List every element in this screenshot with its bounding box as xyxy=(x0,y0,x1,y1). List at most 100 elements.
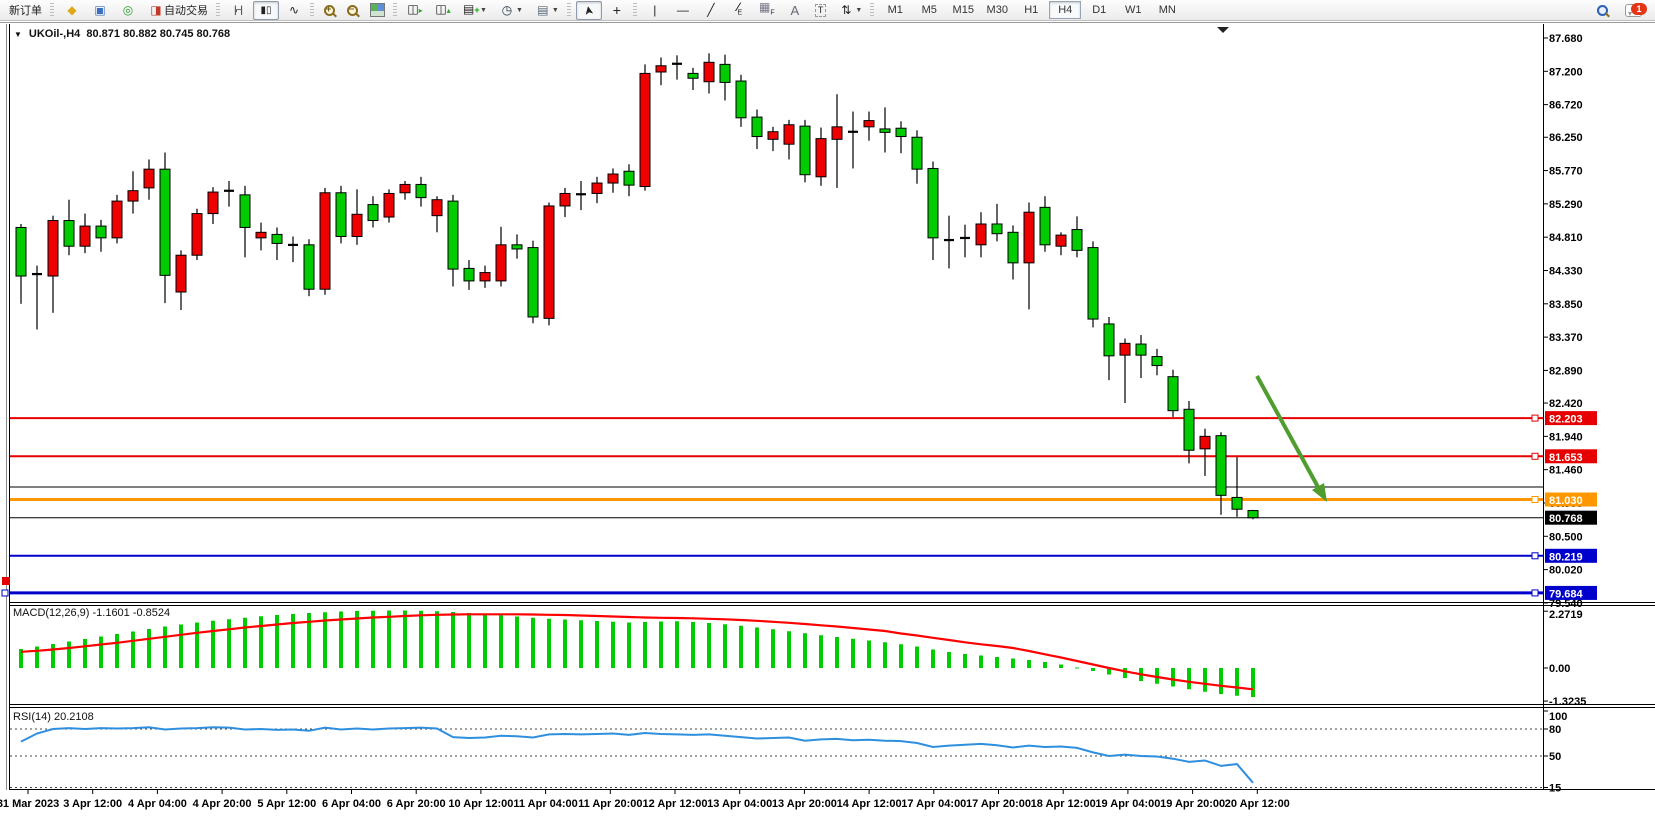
timeframe-d1[interactable]: D1 xyxy=(1083,1,1115,19)
arrows-button[interactable]: ⇅▼ xyxy=(833,1,867,20)
candle-down xyxy=(896,128,906,136)
search-button[interactable] xyxy=(1592,1,1613,20)
price-tick: 82.890 xyxy=(1549,365,1583,377)
candlestick-chart-button[interactable]: ▮▯ xyxy=(253,1,279,20)
object-anchor-red[interactable] xyxy=(2,577,10,585)
timeframe-m1[interactable]: M1 xyxy=(879,1,911,19)
notification-button[interactable]: 1 xyxy=(1615,1,1651,20)
macd-bar xyxy=(899,644,903,668)
autotrading-button[interactable]: ◨ 自动交易 xyxy=(143,1,213,20)
candle-doji xyxy=(32,273,42,275)
macd-bar xyxy=(227,619,231,668)
profile-next-icon: ◫▴ xyxy=(435,2,451,18)
bar-chart-button[interactable]: |⌐| xyxy=(225,1,251,20)
line-handle[interactable] xyxy=(1532,497,1538,503)
signals-button[interactable]: ▣ xyxy=(87,1,113,20)
time-tick: 11 Apr 20:00 xyxy=(578,798,642,810)
zoom-out-icon: − xyxy=(347,5,358,16)
fibonacci-icon: ∕∕E xyxy=(731,0,747,20)
timeframe-mn[interactable]: MN xyxy=(1151,1,1183,19)
timeframe-w1[interactable]: W1 xyxy=(1117,1,1149,19)
candle-up xyxy=(1120,343,1130,355)
macd-bar xyxy=(1011,659,1015,669)
timeframe-m30[interactable]: M30 xyxy=(981,1,1013,19)
new-order-button[interactable]: 新订单 xyxy=(4,1,47,20)
time-tick: 11 Apr 04:00 xyxy=(513,798,577,810)
new-chart-button[interactable]: ▤+▼ xyxy=(458,1,492,20)
macd-bar xyxy=(947,652,951,668)
cursor-button[interactable]: ➤ xyxy=(576,1,602,20)
candle-down xyxy=(992,224,1002,234)
macd-bar xyxy=(531,618,535,668)
fibonacci-button[interactable]: ∕∕E xyxy=(726,1,752,20)
sounds-button[interactable]: ◎ xyxy=(115,1,141,20)
grid-button[interactable]: ▦F xyxy=(754,1,780,20)
line-handle[interactable] xyxy=(1532,415,1538,421)
macd-bar xyxy=(1187,668,1191,689)
autotrading-label: 自动交易 xyxy=(164,2,208,18)
timeframe-h4[interactable]: H4 xyxy=(1049,1,1081,19)
candle-down xyxy=(336,193,346,237)
vertical-line-button[interactable]: | xyxy=(642,1,668,20)
line-handle[interactable] xyxy=(1532,453,1538,459)
rsi-axis-tick: 80 xyxy=(1549,724,1561,736)
one-click-trading-toggle[interactable]: ▼ xyxy=(14,30,22,39)
timeframe-m15[interactable]: M15 xyxy=(947,1,979,19)
timeframe-h1[interactable]: H1 xyxy=(1015,1,1047,19)
candle-down xyxy=(720,64,730,82)
line-handle[interactable] xyxy=(1532,553,1538,559)
expert-advisor-button[interactable]: ◆ xyxy=(59,1,85,20)
line-handle[interactable] xyxy=(1532,590,1538,596)
search-icon xyxy=(1597,5,1608,16)
macd-bar xyxy=(1091,668,1095,671)
line-chart-button[interactable]: ∿ xyxy=(281,1,307,20)
macd-bar xyxy=(1203,668,1207,692)
timeframe-m5[interactable]: M5 xyxy=(913,1,945,19)
time-tick: 10 Apr 12:00 xyxy=(448,798,513,810)
macd-bar xyxy=(387,611,391,669)
price-tick: 82.420 xyxy=(1549,398,1583,410)
chart-canvas[interactable]: 87.68087.20086.72086.25085.77085.29084.8… xyxy=(0,21,1655,825)
price-tick: 86.250 xyxy=(1549,132,1583,144)
zoom-out-button[interactable]: − xyxy=(342,1,363,20)
period-clock-button[interactable]: ◷▼ xyxy=(494,1,528,20)
candle-up xyxy=(48,221,58,277)
candle-up xyxy=(400,184,410,192)
trendline-button[interactable]: ╱ xyxy=(698,1,724,20)
label-button[interactable]: T xyxy=(810,1,832,20)
candle-down xyxy=(928,168,938,237)
candle-down xyxy=(1008,232,1018,263)
time-tick: 20 Apr 12:00 xyxy=(1225,798,1290,810)
price-tick: 85.290 xyxy=(1549,199,1583,211)
candle-up xyxy=(176,255,186,292)
horizontal-line-button[interactable]: — xyxy=(670,1,696,20)
horizontal-line-icon: — xyxy=(675,3,691,18)
zoom-in-button[interactable]: + xyxy=(319,1,340,20)
crosshair-button[interactable]: + xyxy=(604,1,630,20)
profile-next-button[interactable]: ◫▴ xyxy=(430,1,456,20)
candle-down xyxy=(64,221,74,247)
profile-button[interactable]: ◫▸ xyxy=(402,1,428,20)
macd-bar xyxy=(1059,665,1063,669)
time-tick: 19 Apr 20:00 xyxy=(1160,798,1225,810)
price-tick: 84.810 xyxy=(1549,232,1583,244)
candle-down xyxy=(736,81,746,118)
macd-bar xyxy=(115,634,119,668)
time-tick: 17 Apr 20:00 xyxy=(966,798,1031,810)
time-tick: 17 Apr 04:00 xyxy=(901,798,966,810)
text-button[interactable]: A xyxy=(782,1,808,20)
rsi-axis-tick: 50 xyxy=(1549,751,1561,763)
object-anchor-blue[interactable] xyxy=(2,590,8,596)
macd-label: MACD(12,26,9) -1.1601 -0.8524 xyxy=(13,607,170,619)
candle-down xyxy=(624,171,634,185)
candle-down xyxy=(416,184,426,197)
macd-bar xyxy=(99,637,103,669)
candle-up xyxy=(256,232,266,238)
macd-bar xyxy=(1251,668,1255,697)
time-tick: 14 Apr 12:00 xyxy=(837,798,902,810)
candle-down xyxy=(1040,207,1050,244)
macd-bar xyxy=(723,624,727,668)
template-button[interactable]: ▤▼ xyxy=(530,1,564,20)
candle-up xyxy=(128,191,138,201)
tile-windows-button[interactable] xyxy=(365,1,390,20)
